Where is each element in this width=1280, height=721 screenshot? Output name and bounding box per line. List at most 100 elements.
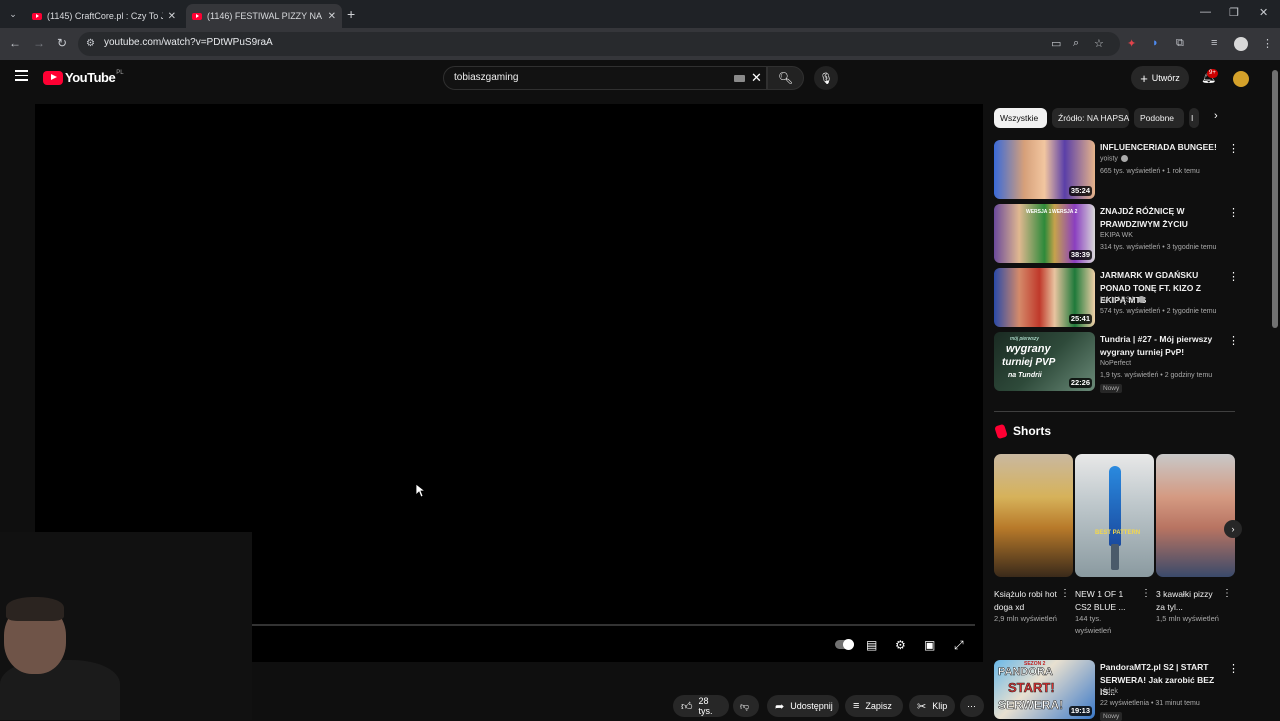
channel-name[interactable]: NoPerfect <box>1100 360 1131 367</box>
account-avatar[interactable] <box>1233 71 1249 87</box>
address-bar[interactable]: ⚙ youtube.com/watch?v=PDtWPuS9raA <box>78 32 1120 56</box>
short-thumbnail[interactable] <box>1156 454 1235 577</box>
video-thumbnail[interactable]: mój pierwszy wygrany turniej PVP na Tund… <box>994 332 1095 391</box>
share-button[interactable]: ➦ Udostępnij <box>767 695 839 717</box>
media-controls-icon[interactable]: ≡ <box>1211 37 1217 49</box>
close-tab-icon[interactable]: ✕ <box>328 11 336 22</box>
more-vertical-icon[interactable]: ⋮ <box>1228 206 1239 219</box>
reload-icon[interactable]: ↻ <box>57 36 67 50</box>
youtube-masthead: YouTube PL tobiaszgaming ✕ 🔍︎ 🎙︎ + Utwór… <box>0 60 1280 96</box>
browser-tab-1[interactable]: (1145) CraftCore.pl : Czy To Ju ✕ <box>26 4 182 28</box>
video-thumbnail[interactable]: WERSJA 1 WERSJA 2 38:39 <box>994 204 1095 263</box>
video-meta: 665 tys. wyświetleń • 1 rok temu <box>1100 168 1200 175</box>
search-box[interactable]: tobiaszgaming ✕ <box>443 66 767 90</box>
short-item[interactable]: 3 kawałki pizzy za tyl... 1,5 mln wyświe… <box>1156 454 1235 623</box>
theater-mode-icon[interactable]: ▣ <box>924 638 935 652</box>
verified-icon <box>1138 296 1146 303</box>
close-window-icon[interactable]: ✕ <box>1259 6 1268 19</box>
cast-icon[interactable]: ▭ <box>1051 37 1061 50</box>
short-thumb-text: BEST PATTERN <box>1095 530 1141 536</box>
search-button[interactable]: 🔍︎ <box>767 66 804 90</box>
subtitles-icon[interactable]: ▤ <box>866 638 877 652</box>
forward-icon[interactable]: → <box>33 36 45 50</box>
video-meta: 574 tys. wyświetleń • 2 tygodnie temu <box>1100 308 1217 315</box>
shorts-next-button[interactable]: › <box>1224 520 1242 538</box>
channel-name[interactable]: yoisty <box>1100 155 1128 162</box>
more-vertical-icon[interactable]: ⋮ <box>1228 142 1239 155</box>
channel-name-text: yoisty <box>1100 155 1118 163</box>
channel-name[interactable]: Hidek <box>1100 688 1118 695</box>
youtube-logo[interactable]: YouTube PL <box>43 70 124 85</box>
like-button[interactable]: 👍︎ 28 tys. <box>673 695 729 717</box>
close-tab-icon[interactable]: ✕ <box>168 11 176 22</box>
video-thumbnail[interactable]: 25:41 <box>994 268 1095 327</box>
short-thumbnail[interactable] <box>994 454 1073 577</box>
more-vertical-icon[interactable]: ⋮ <box>1228 662 1239 675</box>
video-title[interactable]: INFLUENCERIADA BUNGEE! <box>1100 141 1220 154</box>
search-input[interactable]: tobiaszgaming <box>454 72 518 83</box>
zoom-icon[interactable]: ⌕ <box>1073 37 1079 50</box>
video-thumbnail[interactable]: 35:24 <box>994 140 1095 199</box>
more-vertical-icon[interactable]: ⋮ <box>1141 588 1151 599</box>
new-badge: Nowy <box>1100 384 1123 393</box>
profile-avatar[interactable] <box>1234 37 1248 51</box>
duration-badge: 25:41 <box>1068 314 1092 324</box>
menu-icon[interactable] <box>15 70 28 81</box>
page-scrollbar[interactable] <box>1272 66 1278 720</box>
video-title[interactable]: PandoraMT2.pl S2 | START SERWERA! Jak za… <box>1100 661 1220 699</box>
dislike-button[interactable]: 👎︎ <box>733 695 759 717</box>
chevron-right-icon[interactable]: › <box>1214 110 1218 122</box>
short-thumbnail[interactable]: BEST PATTERN <box>1075 454 1154 577</box>
new-tab-icon[interactable]: + <box>347 6 355 22</box>
more-actions-button[interactable]: ⋯ <box>960 695 984 717</box>
video-title[interactable]: ZNAJDŹ RÓŻNICĘ W PRAWDZIWYM ŻYCIU <box>1100 205 1220 230</box>
chip-all[interactable]: Wszystkie <box>994 108 1047 128</box>
channel-name[interactable]: EKIPA WK <box>1100 232 1133 239</box>
back-icon[interactable]: ← <box>9 36 21 50</box>
thumbs-down-icon: 👎︎ <box>740 700 750 711</box>
clip-button[interactable]: ✂ Klip <box>909 695 955 717</box>
chip-related[interactable]: Podobne <box>1134 108 1184 128</box>
youtube-favicon-icon <box>32 12 42 20</box>
more-vertical-icon[interactable]: ⋮ <box>1222 588 1232 599</box>
short-title[interactable]: NEW 1 OF 1 CS2 BLUE ... <box>1075 588 1139 614</box>
short-item[interactable]: Książulo robi hot doga xd 2,9 mln wyświe… <box>994 454 1073 623</box>
settings-gear-icon[interactable]: ⚙ <box>895 638 906 652</box>
short-title[interactable]: Książulo robi hot doga xd <box>994 588 1058 614</box>
fullscreen-icon[interactable]: ⤢ <box>954 638 964 653</box>
extensions-puzzle-icon[interactable]: ⧉ <box>1176 37 1184 50</box>
short-title[interactable]: 3 kawałki pizzy za tyl... <box>1156 588 1220 614</box>
tab-search-icon[interactable]: ⌄ <box>5 5 21 23</box>
like-count: 28 tys. <box>698 696 713 716</box>
voice-search-button[interactable]: 🎙︎ <box>814 66 838 90</box>
logo-wordmark: YouTube <box>65 70 116 85</box>
clear-search-icon[interactable]: ✕ <box>751 70 762 86</box>
site-info-icon[interactable]: ⚙ <box>86 38 95 49</box>
channel-name[interactable]: NA HAPSA <box>1100 296 1146 303</box>
tab-title: (1146) FESTIWAL PIZZY NA HAF <box>207 11 323 21</box>
more-vertical-icon[interactable]: ⋮ <box>1228 270 1239 283</box>
keyboard-icon[interactable] <box>734 75 745 82</box>
chip-partial[interactable]: I <box>1189 108 1199 128</box>
more-vertical-icon[interactable]: ⋮ <box>1060 588 1070 599</box>
maximize-icon[interactable]: ❐ <box>1229 6 1239 19</box>
scrollbar-thumb[interactable] <box>1272 70 1278 328</box>
short-item[interactable]: BEST PATTERN NEW 1 OF 1 CS2 BLUE ... 144… <box>1075 454 1154 635</box>
video-thumbnail[interactable]: SEZON 2 PANDORA START! SERWERA! 19:13 <box>994 660 1095 719</box>
chevron-right-icon: › <box>1231 524 1235 534</box>
save-button[interactable]: ≡ Zapisz <box>845 695 903 717</box>
chip-source[interactable]: Źródło: NA HAPSA <box>1052 108 1129 128</box>
create-button[interactable]: + Utwórz <box>1131 66 1189 90</box>
minimize-icon[interactable]: — <box>1200 6 1211 18</box>
thumb-label-right: WERSJA 2 <box>1052 209 1078 215</box>
shorts-title: Shorts <box>1013 424 1052 438</box>
extension-blue-icon[interactable]: ◗ <box>1152 37 1159 49</box>
browser-menu-icon[interactable]: ⋮ <box>1262 37 1273 50</box>
autoplay-toggle[interactable] <box>835 639 854 650</box>
video-title[interactable]: Tundria | #27 - Mój pierwszy wygrany tur… <box>1100 333 1220 358</box>
thumb-text-1: PANDORA <box>998 666 1053 679</box>
more-vertical-icon[interactable]: ⋮ <box>1228 334 1239 347</box>
extension-red-icon[interactable]: ✦ <box>1127 37 1136 50</box>
browser-tab-2[interactable]: (1146) FESTIWAL PIZZY NA HAF ✕ <box>186 4 342 28</box>
bookmark-star-icon[interactable]: ☆ <box>1094 37 1104 50</box>
